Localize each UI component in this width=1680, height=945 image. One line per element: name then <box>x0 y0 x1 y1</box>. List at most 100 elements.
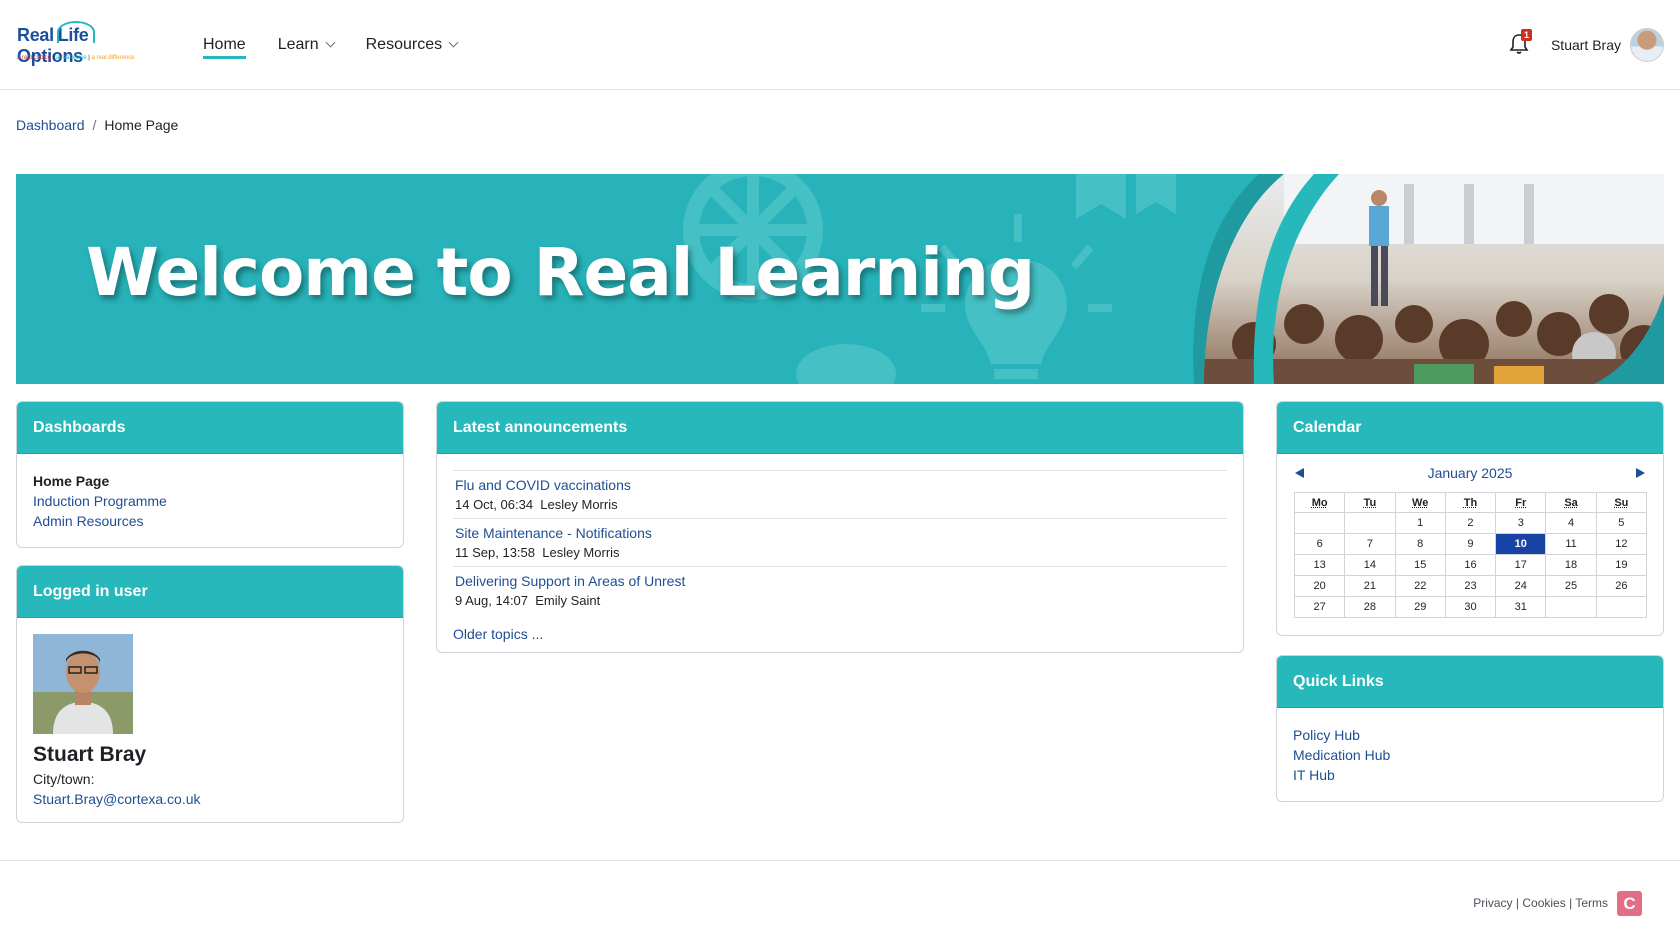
calendar-day[interactable]: 19 <box>1595 554 1648 576</box>
calendar-week-row: 12345 <box>1293 512 1648 534</box>
announcement-date: 11 Sep, 13:58 <box>455 545 535 560</box>
calendar-day[interactable]: 11 <box>1545 533 1597 555</box>
brain-icon <box>796 344 896 384</box>
calendar-day[interactable]: 31 <box>1495 596 1547 618</box>
breadcrumb: Dashboard / Home Page <box>16 117 178 133</box>
calendar-day[interactable]: 20 <box>1293 575 1346 597</box>
dashboard-item-admin[interactable]: Admin Resources <box>33 513 144 529</box>
logged-in-user-header: Logged in user <box>17 566 403 618</box>
calendar-day[interactable]: 23 <box>1444 575 1497 597</box>
quick-link-policy-hub[interactable]: Policy Hub <box>1293 727 1360 743</box>
calendar-month: January 2025 <box>1427 465 1513 481</box>
calendar-weekday: Sa <box>1545 492 1597 513</box>
calendar-day[interactable]: 24 <box>1495 575 1547 597</box>
quick-links-block: Quick Links Policy Hub Medication Hub IT… <box>1276 655 1664 802</box>
chevron-down-icon <box>325 37 336 48</box>
notifications-button[interactable]: 1 <box>1509 29 1532 57</box>
calendar-day[interactable]: 15 <box>1394 554 1446 576</box>
next-month-icon[interactable] <box>1636 468 1645 478</box>
nav-learn[interactable]: Learn <box>278 0 336 90</box>
calendar-day <box>1344 512 1396 534</box>
calendar-week-row: 6 7 8 9 10 11 12 <box>1293 533 1648 555</box>
announcement-item: Flu and COVID vaccinations 14 Oct, 06:34… <box>453 470 1227 518</box>
page-footer: Privacy | Cookies | Terms C <box>0 860 1680 945</box>
notification-count-badge: 1 <box>1520 29 1532 41</box>
calendar-day <box>1293 512 1346 534</box>
calendar-day[interactable]: 16 <box>1444 554 1497 576</box>
quick-links-header: Quick Links <box>1277 656 1663 708</box>
brand-logo[interactable]: Real Life Options a real choice | a real… <box>17 21 157 66</box>
announcements-header: Latest announcements <box>437 402 1243 454</box>
announcement-date: 14 Oct, 06:34 <box>455 497 534 512</box>
calendar-day[interactable]: 7 <box>1344 533 1396 555</box>
dashboard-item-induction[interactable]: Induction Programme <box>33 493 167 509</box>
calendar-nav: January 2025 <box>1277 454 1663 488</box>
calendar-day[interactable]: 3 <box>1495 512 1547 534</box>
announcement-meta: 14 Oct, 06:34 Lesley Morris <box>455 495 1225 515</box>
calendar-block: Calendar January 2025 Mo Tu We Th Fr Sa Su 123… <box>1276 401 1664 636</box>
announcement-subject[interactable]: Site Maintenance - Notifications <box>455 525 652 541</box>
top-navbar: Real Life Options a real choice | a real… <box>0 0 1680 90</box>
announcement-meta: 11 Sep, 13:58 Lesley Morris <box>455 543 1225 563</box>
announcement-subject[interactable]: Delivering Support in Areas of Unrest <box>455 573 685 589</box>
older-topics-link[interactable]: Older topics ... <box>453 626 1227 642</box>
nav-resources-label: Resources <box>365 36 443 53</box>
calendar-week-row: 20 21 22 23 24 25 26 <box>1293 575 1648 597</box>
calendar-weekday: We <box>1394 492 1446 513</box>
announcement-subject[interactable]: Flu and COVID vaccinations <box>455 477 631 493</box>
user-profile-photo[interactable] <box>33 634 133 734</box>
breadcrumb-separator: / <box>92 117 97 133</box>
header-username[interactable]: Stuart Bray <box>1551 37 1621 53</box>
calendar-day[interactable]: 22 <box>1394 575 1446 597</box>
calendar-week-row: 27 28 29 30 31 <box>1293 596 1648 618</box>
calendar-day[interactable]: 2 <box>1444 512 1497 534</box>
calendar-day[interactable]: 8 <box>1394 533 1446 555</box>
calendar-day[interactable]: 4 <box>1545 512 1597 534</box>
quick-link-medication-hub[interactable]: Medication Hub <box>1293 747 1390 763</box>
calendar-day[interactable]: 27 <box>1293 596 1346 618</box>
calendar-day-today[interactable]: 10 <box>1495 533 1547 555</box>
calendar-day[interactable]: 5 <box>1595 512 1648 534</box>
calendar-weekday: Fr <box>1495 492 1547 513</box>
footer-terms-link[interactable]: Terms <box>1575 896 1608 910</box>
user-email-link[interactable]: Stuart.Bray@cortexa.co.uk <box>33 791 387 807</box>
announcement-author: Lesley Morris <box>540 497 618 512</box>
primary-nav: Home Learn Resources <box>203 0 489 90</box>
avatar[interactable] <box>1630 28 1664 62</box>
calendar-day[interactable]: 30 <box>1444 596 1497 618</box>
calendar-day[interactable]: 28 <box>1344 596 1396 618</box>
user-full-name: Stuart Bray <box>33 743 147 766</box>
calendar-day[interactable]: 25 <box>1545 575 1597 597</box>
announcement-meta: 9 Aug, 14:07 Emily Saint <box>455 591 1225 611</box>
footer-privacy-link[interactable]: Privacy <box>1473 896 1512 910</box>
classroom-photo <box>1193 174 1664 384</box>
calendar-day[interactable]: 18 <box>1545 554 1597 576</box>
calendar-day[interactable]: 26 <box>1595 575 1648 597</box>
latest-announcements-block: Latest announcements Flu and COVID vacci… <box>436 401 1244 653</box>
calendar-day[interactable]: 9 <box>1444 533 1497 555</box>
chevron-down-icon <box>448 37 459 48</box>
logo-swoosh <box>57 21 95 43</box>
user-area: 1 Stuart Bray <box>1509 0 1664 90</box>
nav-resources[interactable]: Resources <box>365 0 459 90</box>
nav-home-label: Home <box>203 36 246 53</box>
logo-real: Real <box>17 25 54 45</box>
calendar-day[interactable]: 13 <box>1293 554 1346 576</box>
ribbon-icon <box>1076 174 1176 219</box>
calendar-day[interactable]: 14 <box>1344 554 1396 576</box>
footer-brand-logo[interactable]: C <box>1617 891 1642 916</box>
quick-link-it-hub[interactable]: IT Hub <box>1293 767 1335 783</box>
calendar-day[interactable]: 29 <box>1394 596 1446 618</box>
calendar-day[interactable]: 21 <box>1344 575 1396 597</box>
footer-cookies-link[interactable]: Cookies <box>1522 896 1565 910</box>
calendar-day[interactable]: 12 <box>1595 533 1648 555</box>
nav-home[interactable]: Home <box>203 0 246 90</box>
breadcrumb-dashboard[interactable]: Dashboard <box>16 117 85 133</box>
previous-month-icon[interactable] <box>1295 468 1304 478</box>
announcement-date: 9 Aug, 14:07 <box>455 593 529 608</box>
calendar-day[interactable]: 1 <box>1394 512 1446 534</box>
calendar-day <box>1595 596 1648 618</box>
calendar-day[interactable]: 6 <box>1293 533 1346 555</box>
logo-tagline: a real choice | a real voice | a real di… <box>17 55 135 61</box>
calendar-day[interactable]: 17 <box>1495 554 1547 576</box>
